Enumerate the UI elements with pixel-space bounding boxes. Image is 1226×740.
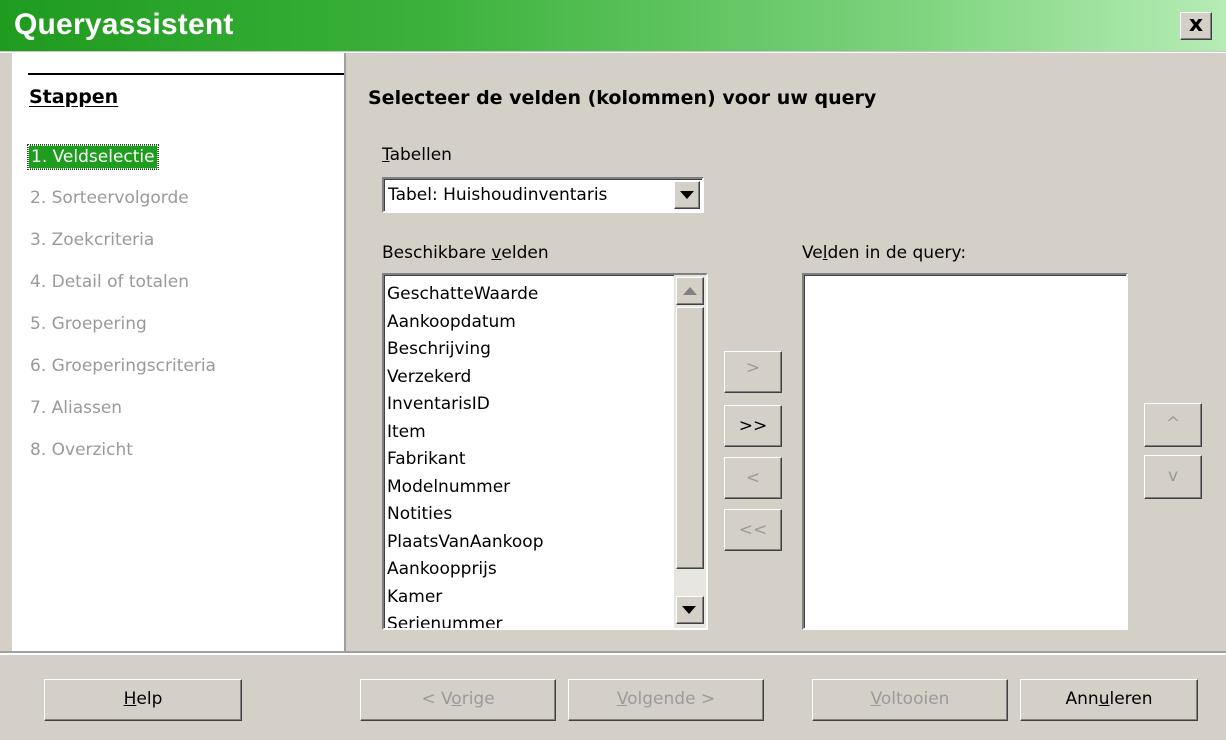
step-item-groeperingscriteria[interactable]: 6. Groeperingscriteria bbox=[28, 355, 218, 377]
table-select[interactable]: Tabel: Huishoudinventaris bbox=[382, 177, 704, 213]
scroll-up-icon bbox=[683, 287, 697, 295]
list-item[interactable]: GeschatteWaarde bbox=[387, 281, 544, 309]
help-button[interactable]: Help bbox=[44, 679, 242, 721]
step-item-veldselectie[interactable]: 1. Veldselectie bbox=[27, 144, 159, 170]
move-up-button[interactable]: ^ bbox=[1144, 403, 1202, 447]
cancel-button[interactable]: Annuleren bbox=[1020, 679, 1198, 721]
sidebar-divider bbox=[28, 73, 344, 75]
scroll-down-button[interactable] bbox=[676, 596, 704, 624]
available-fields-list[interactable]: GeschatteWaarde Aankoopdatum Beschrijvin… bbox=[382, 273, 708, 630]
close-button[interactable]: x bbox=[1180, 12, 1212, 40]
scroll-up-button[interactable] bbox=[676, 277, 704, 305]
remove-all-fields-button[interactable]: << bbox=[724, 509, 782, 551]
next-button[interactable]: Volgende > bbox=[568, 679, 764, 721]
title-bar: Queryassistent x bbox=[0, 0, 1226, 52]
list-item[interactable]: Kamer bbox=[387, 584, 544, 612]
steps-sidebar: Stappen 1. Veldselectie 2. Sorteervolgor… bbox=[12, 53, 346, 654]
list-item[interactable]: Modelnummer bbox=[387, 474, 544, 502]
scroll-thumb[interactable] bbox=[676, 307, 704, 569]
add-all-fields-button[interactable]: >> bbox=[724, 405, 782, 447]
scroll-down-icon bbox=[682, 606, 696, 614]
remove-field-button[interactable]: < bbox=[724, 457, 782, 499]
move-down-button[interactable]: v bbox=[1144, 455, 1202, 499]
table-select-value: Tabel: Huishoudinventaris bbox=[388, 185, 608, 205]
available-fields-scrollbar[interactable] bbox=[674, 275, 706, 628]
list-item[interactable]: Item bbox=[387, 419, 544, 447]
list-item[interactable]: Beschrijving bbox=[387, 336, 544, 364]
add-field-button[interactable]: > bbox=[724, 351, 782, 393]
available-fields-label: Beschikbare velden bbox=[382, 243, 549, 263]
dialog-body: Stappen 1. Veldselectie 2. Sorteervolgor… bbox=[0, 53, 1226, 654]
close-icon: x bbox=[1188, 12, 1204, 37]
footer-divider bbox=[0, 651, 1226, 653]
step-item-sorteervolgorde[interactable]: 2. Sorteervolgorde bbox=[28, 187, 191, 209]
table-select-dropdown-button[interactable] bbox=[674, 181, 700, 209]
query-fields-label: Velden in de query: bbox=[802, 243, 967, 263]
step-item-zoekcriteria[interactable]: 3. Zoekcriteria bbox=[28, 229, 156, 251]
list-item[interactable]: Aankoopdatum bbox=[387, 309, 544, 337]
window-title: Queryassistent bbox=[14, 8, 234, 41]
list-item[interactable]: Serienummer bbox=[387, 611, 544, 628]
list-item[interactable]: Notities bbox=[387, 501, 544, 529]
chevron-down-icon bbox=[680, 191, 694, 199]
list-item[interactable]: InventarisID bbox=[387, 391, 544, 419]
steps-title: Stappen bbox=[29, 86, 119, 108]
button-bar: Help < Vorige Volgende > Voltooien Annul… bbox=[0, 651, 1226, 740]
finish-button[interactable]: Voltooien bbox=[812, 679, 1008, 721]
step-item-aliassen[interactable]: 7. Aliassen bbox=[28, 397, 124, 419]
tables-label: Tabellen bbox=[382, 145, 452, 165]
list-item[interactable]: Verzekerd bbox=[387, 364, 544, 392]
query-fields-list[interactable] bbox=[802, 273, 1128, 630]
list-item[interactable]: PlaatsVanAankoop bbox=[387, 529, 544, 557]
list-item[interactable]: Aankoopprijs bbox=[387, 556, 544, 584]
page-title: Selecteer de velden (kolommen) voor uw q… bbox=[368, 87, 877, 109]
step-item-detail-of-totalen[interactable]: 4. Detail of totalen bbox=[28, 271, 191, 293]
available-fields-items: GeschatteWaarde Aankoopdatum Beschrijvin… bbox=[387, 281, 544, 628]
list-item[interactable]: Fabrikant bbox=[387, 446, 544, 474]
step-item-overzicht[interactable]: 8. Overzicht bbox=[28, 439, 135, 461]
step-item-groepering[interactable]: 5. Groepering bbox=[28, 313, 149, 335]
step-content: Selecteer de velden (kolommen) voor uw q… bbox=[348, 53, 1226, 653]
back-button[interactable]: < Vorige bbox=[360, 679, 556, 721]
